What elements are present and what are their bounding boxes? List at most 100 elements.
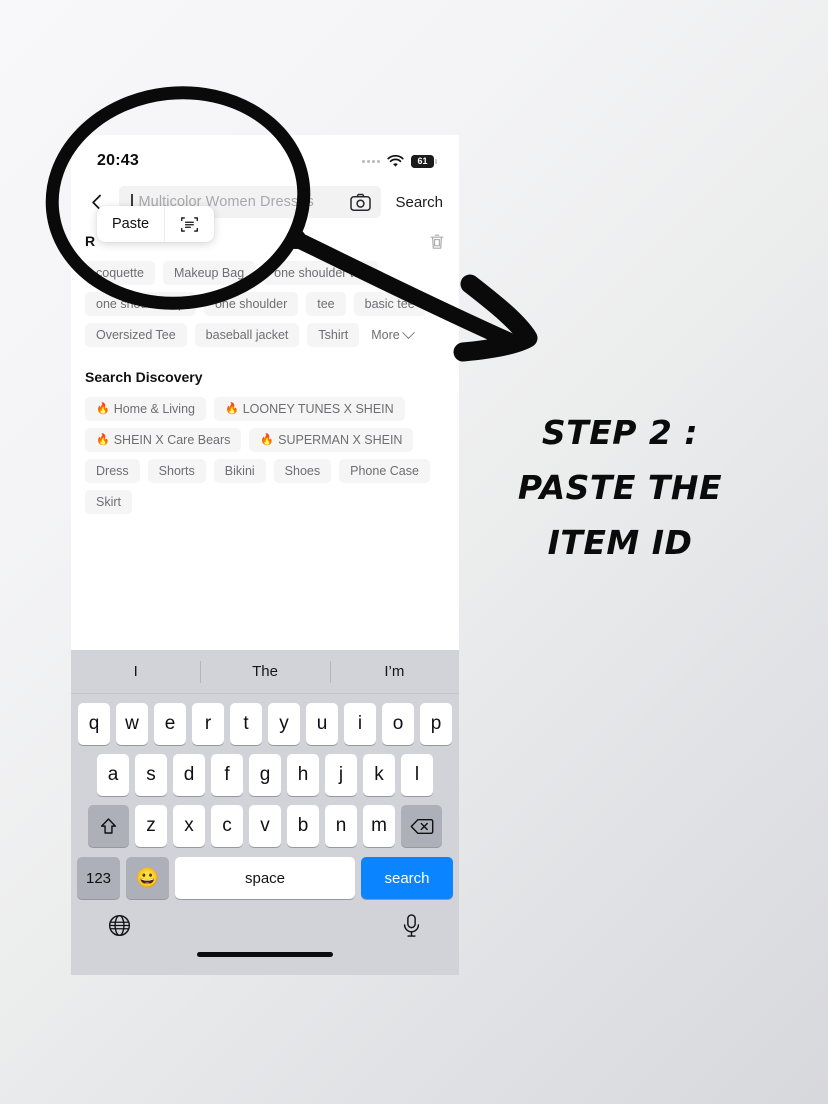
- key-l[interactable]: l: [401, 754, 433, 796]
- discovery-chip-label: Home & Living: [113, 402, 195, 416]
- discovery-chip-label: LOONEY TUNES X SHEIN: [242, 402, 394, 416]
- discovery-chip-list: 🔥 Home & Living 🔥 LOONEY TUNES X SHEIN 🔥 SH…: [71, 395, 459, 514]
- recent-more-button[interactable]: More: [367, 323, 423, 347]
- step-line-2: PASTE THE: [517, 468, 723, 507]
- key-r[interactable]: r: [192, 703, 224, 745]
- globe-icon[interactable]: [107, 913, 132, 943]
- flame-icon: 🔥: [260, 433, 275, 446]
- key-i[interactable]: i: [344, 703, 376, 745]
- battery-icon: 61: [411, 154, 437, 168]
- key-p[interactable]: p: [420, 703, 452, 745]
- shift-arrow-icon[interactable]: [88, 805, 129, 847]
- arrow-head: [453, 274, 538, 362]
- key-x[interactable]: x: [173, 805, 205, 847]
- search-discovery-title: Search Discovery: [85, 369, 203, 385]
- camera-icon[interactable]: [350, 193, 372, 212]
- microphone-icon[interactable]: [400, 913, 423, 943]
- prediction-item[interactable]: I: [71, 663, 200, 680]
- emoji-key[interactable]: 😀: [126, 857, 169, 899]
- recent-chip[interactable]: baseball jacket: [194, 323, 300, 347]
- discovery-chip[interactable]: 🔥 SUPERMAN X SHEIN: [249, 428, 414, 452]
- onscreen-keyboard: I The I’m q w e r t y u i o p a s d f g …: [71, 650, 459, 975]
- key-n[interactable]: n: [325, 805, 357, 847]
- key-k[interactable]: k: [363, 754, 395, 796]
- recent-chip[interactable]: one shoulder tip: [85, 292, 196, 316]
- key-q[interactable]: q: [78, 703, 110, 745]
- space-key[interactable]: space: [175, 857, 355, 899]
- key-w[interactable]: w: [116, 703, 148, 745]
- discovery-chip[interactable]: Shorts: [147, 459, 206, 483]
- key-u[interactable]: u: [306, 703, 338, 745]
- key-j[interactable]: j: [325, 754, 357, 796]
- paste-context-menu[interactable]: Paste: [97, 206, 215, 242]
- key-z[interactable]: z: [135, 805, 167, 847]
- discovery-chip-label: SUPERMAN X SHEIN: [278, 433, 403, 447]
- key-y[interactable]: y: [268, 703, 300, 745]
- discovery-chip[interactable]: 🔥 LOONEY TUNES X SHEIN: [214, 397, 405, 421]
- step-line-1: STEP 2 :: [541, 413, 699, 452]
- prediction-item[interactable]: I’m: [330, 663, 459, 680]
- trash-icon[interactable]: [429, 233, 445, 250]
- recent-chip-list: coquette Makeup Bag one shoulder top one…: [71, 259, 459, 347]
- flame-icon: 🔥: [96, 402, 110, 415]
- home-indicator: [197, 952, 333, 957]
- recent-more-label: More: [371, 328, 400, 342]
- paste-menu-item[interactable]: Paste: [97, 206, 164, 242]
- discovery-chip[interactable]: Shoes: [273, 459, 332, 483]
- search-button[interactable]: Search: [391, 194, 447, 211]
- scan-text-icon[interactable]: [165, 206, 214, 242]
- key-e[interactable]: e: [154, 703, 186, 745]
- key-o[interactable]: o: [382, 703, 414, 745]
- key-b[interactable]: b: [287, 805, 319, 847]
- discovery-chip[interactable]: Phone Case: [339, 459, 430, 483]
- flame-icon: 🔥: [225, 402, 239, 415]
- chevron-down-icon: [401, 325, 415, 339]
- wifi-icon: [387, 154, 404, 168]
- key-v[interactable]: v: [249, 805, 281, 847]
- backspace-icon[interactable]: [401, 805, 442, 847]
- keyboard-row-2: a s d f g h j k l: [71, 754, 459, 796]
- prediction-item[interactable]: The: [200, 663, 329, 680]
- recent-chip[interactable]: basic tee: [353, 292, 426, 316]
- keyboard-row-3: z x c v b n m: [71, 805, 459, 847]
- recent-chip[interactable]: Tshirt: [307, 323, 360, 347]
- battery-percent: 61: [417, 155, 428, 166]
- step-line-3: ITEM ID: [547, 523, 693, 562]
- numbers-key[interactable]: 123: [77, 857, 120, 899]
- keyboard-footer: [71, 899, 459, 975]
- recent-label: R: [85, 233, 96, 249]
- key-m[interactable]: m: [363, 805, 395, 847]
- key-d[interactable]: d: [173, 754, 205, 796]
- recent-chip[interactable]: coquette: [85, 261, 155, 285]
- recent-chip[interactable]: tee: [306, 292, 346, 316]
- status-indicators: 61: [362, 154, 437, 168]
- discovery-chip-label: SHEIN X Care Bears: [113, 433, 231, 447]
- prediction-bar: I The I’m: [71, 650, 459, 694]
- key-c[interactable]: c: [211, 805, 243, 847]
- key-t[interactable]: t: [230, 703, 262, 745]
- key-f[interactable]: f: [211, 754, 243, 796]
- recent-chip[interactable]: Makeup Bag: [162, 261, 256, 285]
- discovery-chip[interactable]: Skirt: [85, 490, 132, 514]
- discovery-chip[interactable]: 🔥 Home & Living: [85, 397, 206, 421]
- flame-icon: 🔥: [96, 433, 110, 446]
- recent-chip[interactable]: Oversized Tee: [85, 323, 187, 347]
- discovery-chip[interactable]: Dress: [85, 459, 140, 483]
- key-h[interactable]: h: [287, 754, 319, 796]
- phone-screen: 20:43 61 Multicolor Women Dresses Search…: [71, 135, 459, 975]
- recent-chip[interactable]: one shoulder top: [263, 261, 379, 285]
- key-s[interactable]: s: [135, 754, 167, 796]
- status-time: 20:43: [97, 152, 139, 169]
- signal-dots-icon: [362, 159, 380, 163]
- step-instruction-text: STEP 2 : PASTE THE ITEM ID: [470, 405, 770, 570]
- recent-chip[interactable]: one shoulder: [203, 292, 299, 316]
- search-return-key[interactable]: search: [361, 857, 453, 899]
- keyboard-row-1: q w e r t y u i o p: [71, 703, 459, 745]
- key-a[interactable]: a: [97, 754, 129, 796]
- status-bar: 20:43 61: [71, 135, 459, 181]
- keyboard-row-4: 123 😀 space search: [71, 857, 459, 899]
- key-g[interactable]: g: [249, 754, 281, 796]
- recent-searches-row: R Paste: [71, 206, 459, 259]
- discovery-chip[interactable]: Bikini: [213, 459, 266, 483]
- discovery-chip[interactable]: 🔥 SHEIN X Care Bears: [85, 428, 242, 452]
